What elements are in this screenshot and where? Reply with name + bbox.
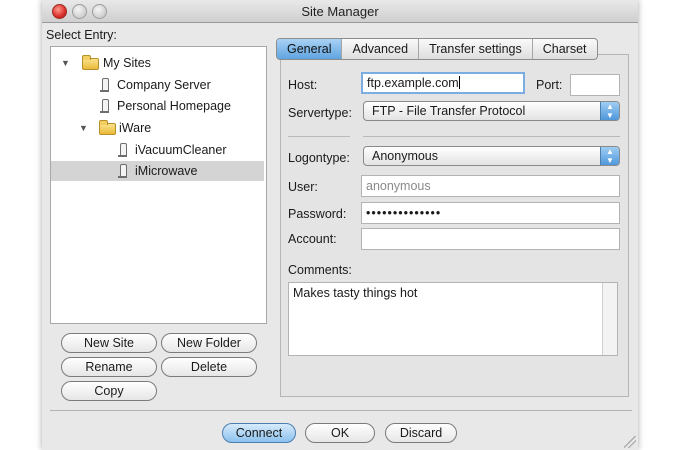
tree-node-ivacuumcleaner[interactable]: iVacuumCleaner [51, 140, 264, 160]
logontype-value: Anonymous [372, 149, 439, 163]
port-input[interactable] [570, 74, 620, 96]
new-folder-button[interactable]: New Folder [161, 333, 257, 353]
tab-general[interactable]: General [277, 39, 342, 59]
host-label: Host: [288, 78, 318, 92]
tree-node-company-server[interactable]: Company Server [51, 75, 264, 95]
tree-node-iware[interactable]: ▼ iWare [51, 118, 264, 138]
divider [363, 136, 620, 137]
site-icon [118, 143, 127, 157]
tree-node-label: iWare [119, 121, 152, 135]
tree-node-label: iMicrowave [135, 164, 198, 178]
comments-scrollbar[interactable] [602, 283, 617, 355]
comments-value: Makes tasty things hot [293, 286, 418, 300]
site-manager-window: Site Manager Select Entry: ▼ My Sites Co… [42, 0, 638, 450]
host-input[interactable]: ftp.example.com [361, 72, 525, 94]
divider [288, 136, 350, 137]
site-tree[interactable]: ▼ My Sites Company Server Personal Homep… [50, 46, 267, 324]
tab-advanced[interactable]: Advanced [341, 39, 418, 59]
footer-divider [50, 410, 632, 411]
tree-node-personal-homepage[interactable]: Personal Homepage [51, 96, 264, 116]
site-icon [100, 99, 109, 113]
tab-charset[interactable]: Charset [531, 39, 597, 59]
servertype-label: Servertype: [288, 106, 352, 120]
new-site-button[interactable]: New Site [61, 333, 157, 353]
disclosure-triangle-icon[interactable]: ▼ [61, 53, 70, 73]
user-input[interactable]: anonymous [361, 175, 620, 197]
account-label: Account: [288, 232, 337, 246]
password-label: Password: [288, 207, 347, 221]
copy-button[interactable]: Copy [61, 381, 157, 401]
password-input[interactable]: •••••••••••••• [361, 202, 620, 224]
tree-node-label: Personal Homepage [117, 99, 231, 113]
site-icon [118, 164, 127, 178]
logontype-label: Logontype: [288, 151, 350, 165]
connect-button[interactable]: Connect [222, 423, 296, 443]
text-caret [458, 76, 460, 89]
host-value: ftp.example.com [367, 76, 459, 90]
up-down-arrows-icon: ▲ ▼ [600, 147, 619, 165]
disclosure-triangle-icon[interactable]: ▼ [79, 118, 88, 138]
rename-button[interactable]: Rename [61, 357, 157, 377]
comments-textarea[interactable]: Makes tasty things hot [288, 282, 618, 356]
account-input[interactable] [361, 228, 620, 250]
window-title: Site Manager [301, 4, 379, 19]
up-down-arrows-icon: ▲ ▼ [600, 102, 619, 120]
port-label: Port: [536, 78, 563, 92]
comments-label: Comments: [288, 263, 352, 277]
site-icon [100, 78, 109, 92]
tree-node-label: My Sites [103, 56, 151, 70]
tab-bar: General Advanced Transfer settings Chars… [276, 38, 598, 60]
tab-transfer-settings[interactable]: Transfer settings [418, 39, 532, 59]
tree-node-label: iVacuumCleaner [135, 143, 227, 157]
tree-node-label: Company Server [117, 78, 211, 92]
folder-icon [99, 120, 116, 135]
folder-icon [82, 55, 99, 70]
resize-grip-icon[interactable] [624, 436, 636, 448]
tree-node-my-sites[interactable]: ▼ My Sites [51, 53, 264, 73]
select-entry-label: Select Entry: [46, 28, 117, 42]
delete-button[interactable]: Delete [161, 357, 257, 377]
title-bar[interactable]: Site Manager [42, 0, 638, 23]
servertype-value: FTP - File Transfer Protocol [372, 104, 526, 118]
servertype-select[interactable]: FTP - File Transfer Protocol ▲ ▼ [363, 101, 620, 121]
tree-node-imicrowave[interactable]: iMicrowave [51, 161, 264, 181]
logontype-select[interactable]: Anonymous ▲ ▼ [363, 146, 620, 166]
discard-button[interactable]: Discard [385, 423, 457, 443]
user-label: User: [288, 180, 318, 194]
ok-button[interactable]: OK [305, 423, 375, 443]
